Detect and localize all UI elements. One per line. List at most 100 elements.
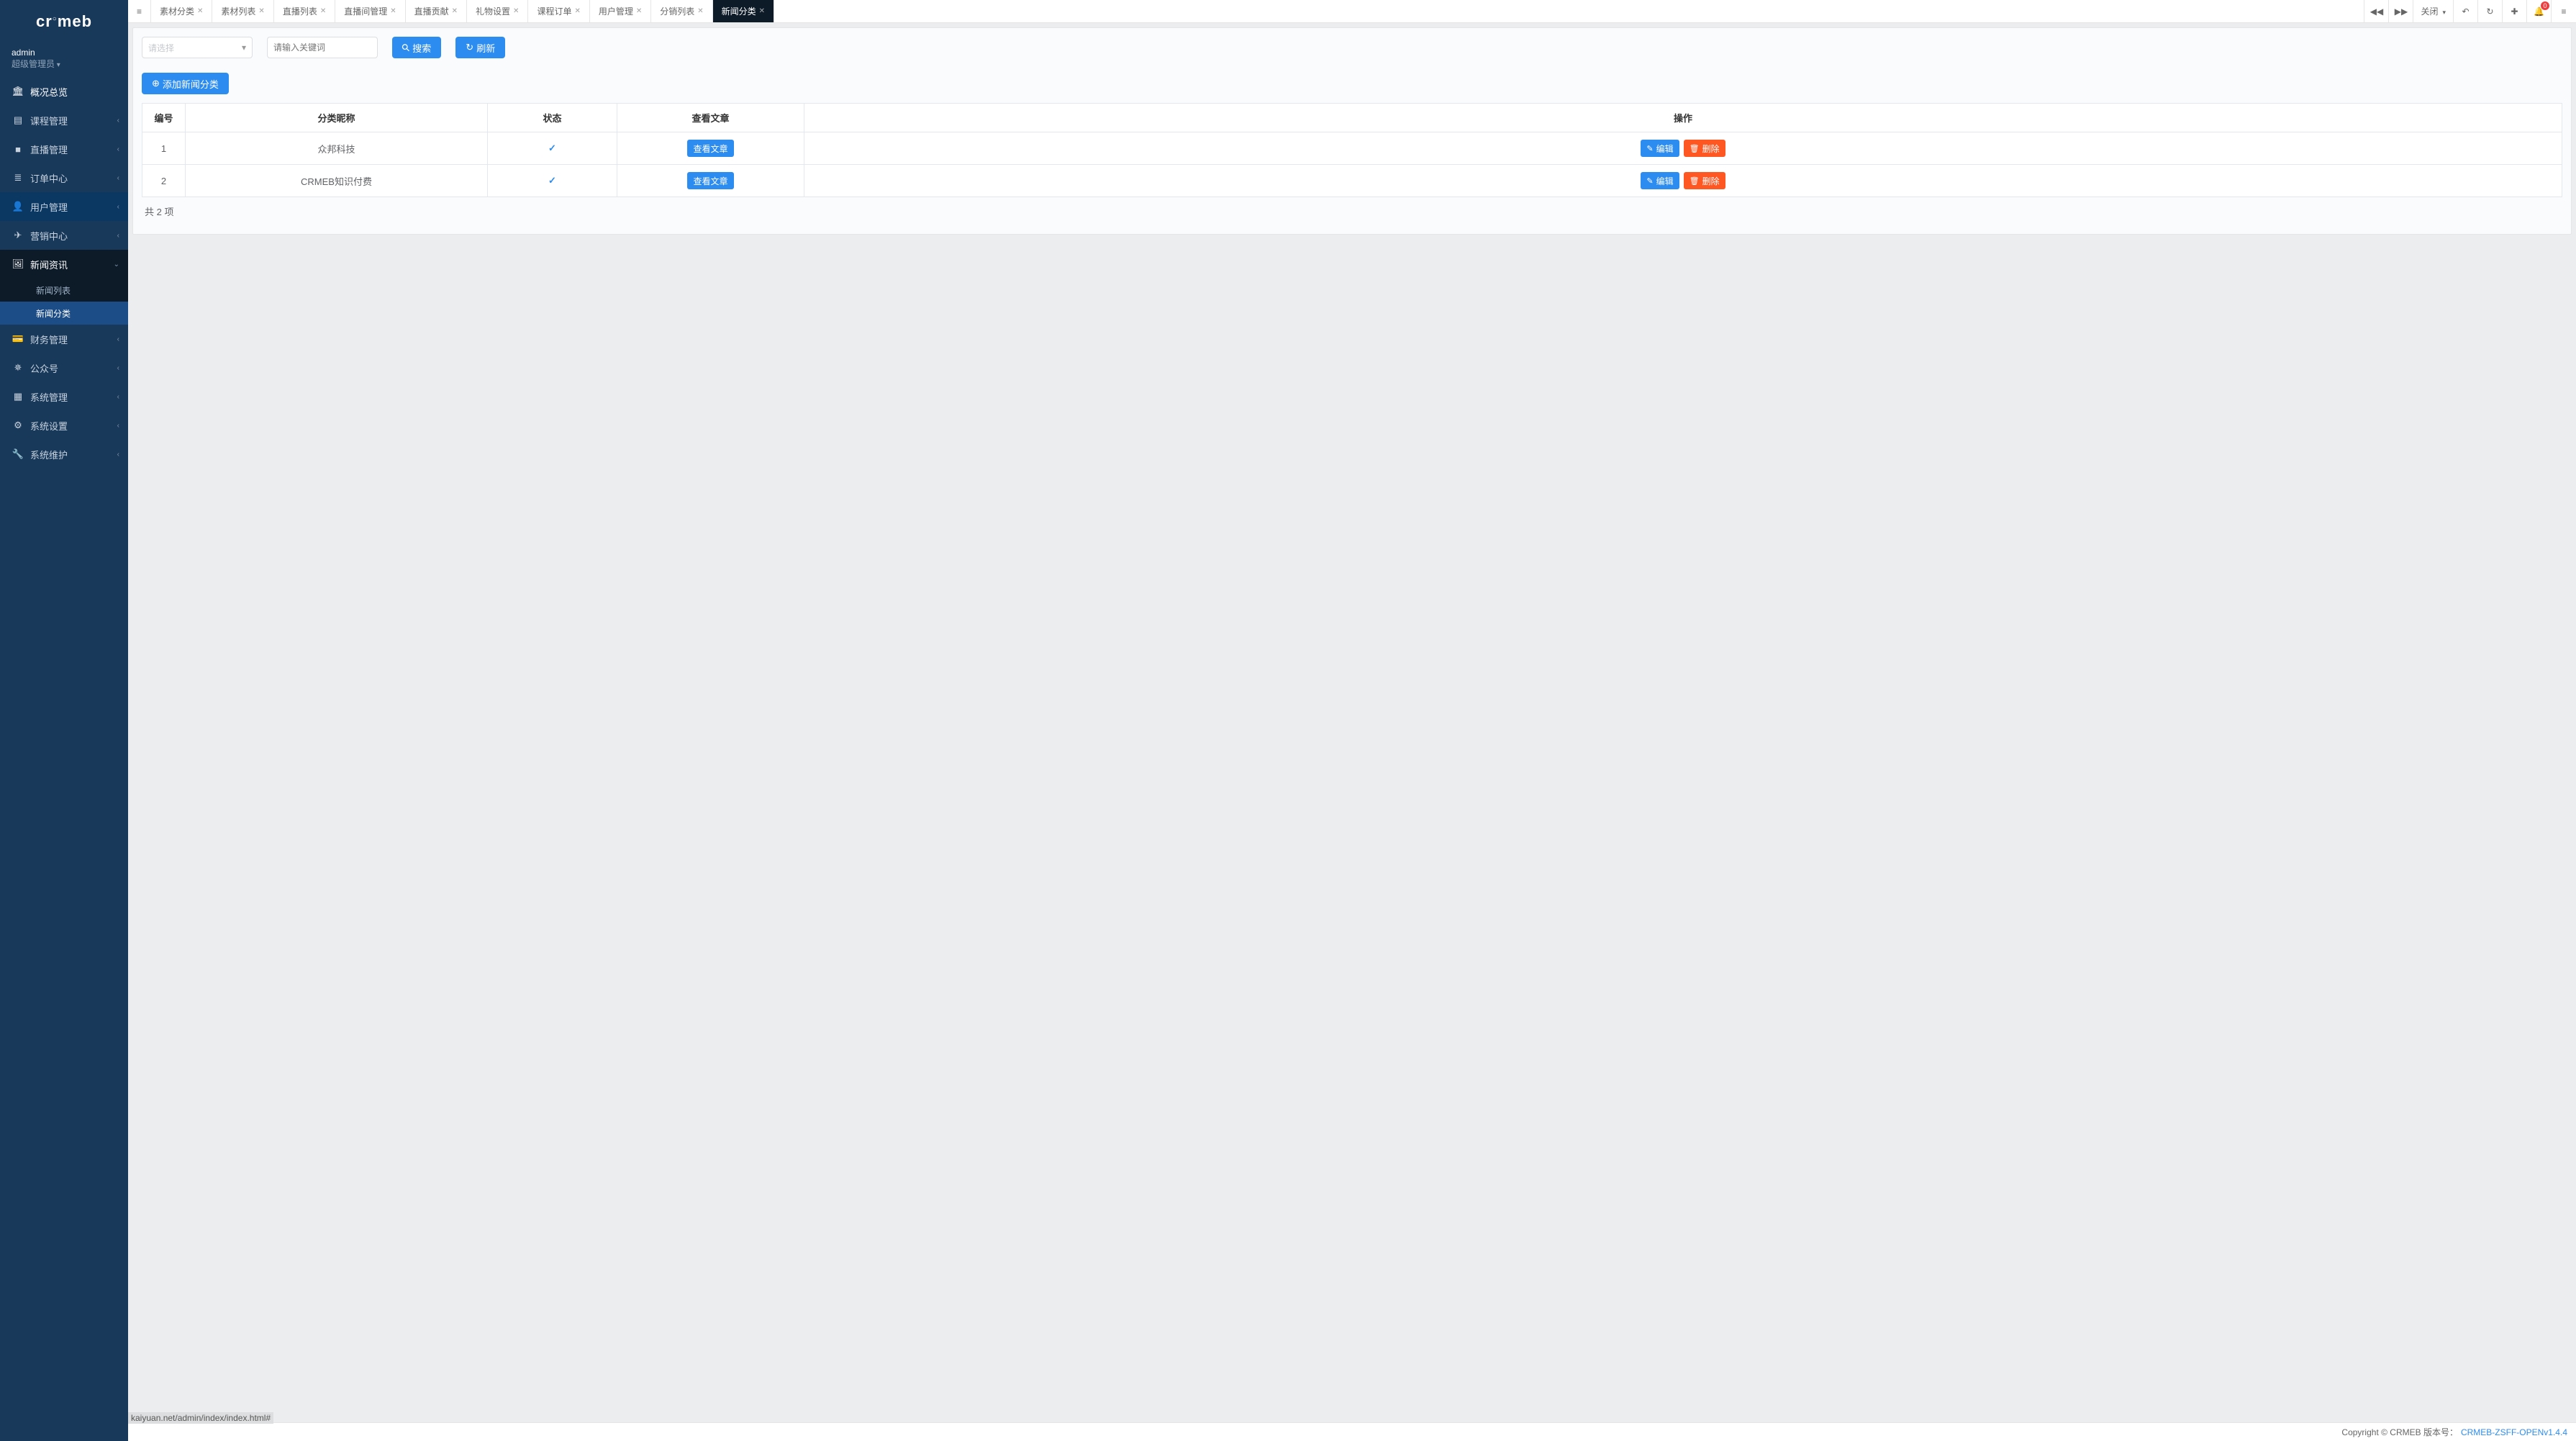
sidebar-item-wechat[interactable]: ✵ 公众号 ‹ bbox=[0, 353, 128, 382]
sidebar-item-label: 营销中心 bbox=[30, 229, 68, 243]
edit-button[interactable]: 编辑 bbox=[1641, 172, 1679, 189]
close-icon[interactable] bbox=[258, 7, 264, 15]
tab-distribution-list[interactable]: 分销列表 bbox=[651, 0, 712, 22]
user-name: admin bbox=[12, 48, 117, 58]
close-icon[interactable] bbox=[513, 7, 519, 15]
tab-gift-settings[interactable]: 礼物设置 bbox=[467, 0, 528, 22]
col-status: 状态 bbox=[488, 104, 617, 132]
undo-icon: ↶ bbox=[2462, 6, 2469, 17]
close-icon[interactable] bbox=[197, 7, 203, 15]
sidebar-item-label: 系统管理 bbox=[30, 390, 68, 404]
tab-news-category[interactable]: 新闻分类 bbox=[713, 0, 774, 22]
col-ops: 操作 bbox=[804, 104, 2562, 132]
tab-course-order[interactable]: 课程订单 bbox=[528, 0, 589, 22]
sidebar-item-finance[interactable]: 💳 财务管理 ‹ bbox=[0, 325, 128, 353]
order-icon: ≣ bbox=[12, 172, 24, 184]
view-article-button[interactable]: 查看文章 bbox=[687, 140, 733, 157]
edit-icon bbox=[1646, 143, 1653, 153]
user-role-dropdown[interactable]: 超级管理员 bbox=[12, 58, 117, 70]
main: ≡ 素材分类 素材列表 直播列表 直播间管理 直播贡献 bbox=[128, 0, 2576, 1441]
col-name: 分类昵称 bbox=[186, 104, 488, 132]
back-button[interactable]: ↶ bbox=[2454, 0, 2478, 22]
add-category-label: 添加新闻分类 bbox=[163, 77, 219, 91]
cell-status bbox=[488, 132, 617, 165]
close-icon[interactable] bbox=[636, 7, 642, 15]
close-dropdown-label: 关闭 bbox=[2421, 5, 2438, 17]
user-box: admin 超级管理员 bbox=[0, 43, 128, 77]
sidebar-item-order[interactable]: ≣ 订单中心 ‹ bbox=[0, 163, 128, 192]
refresh-label: 刷新 bbox=[476, 41, 495, 55]
cell-view: 查看文章 bbox=[617, 165, 804, 197]
add-category-button[interactable]: 添加新闻分类 bbox=[142, 73, 229, 94]
close-icon[interactable] bbox=[452, 7, 458, 15]
tabs-strip: 素材分类 素材列表 直播列表 直播间管理 直播贡献 礼物设置 bbox=[151, 0, 774, 22]
sidebar-item-news[interactable]: 🖼 新闻资讯 ⌄ bbox=[0, 250, 128, 279]
chevron-left-icon: ‹ bbox=[117, 203, 119, 211]
keyword-input[interactable] bbox=[267, 37, 378, 58]
check-icon bbox=[548, 143, 556, 153]
sidebar-nav: 🏛 概况总览 ▤ 课程管理 ‹ ■ 直播管理 ‹ ≣ 订单中心 ‹ 👤 用户管理… bbox=[0, 77, 128, 1441]
category-select[interactable]: 请选择 bbox=[142, 37, 253, 58]
sidebar-item-settings[interactable]: ⚙ 系统设置 ‹ bbox=[0, 411, 128, 440]
table-row: 2 CRMEB知识付费 查看文章 编辑 bbox=[142, 165, 2562, 197]
content: 请选择 搜索 刷新 添加新闻分类 编号 分类 bbox=[128, 23, 2576, 1422]
sidebar-item-maintenance[interactable]: 🔧 系统维护 ‹ bbox=[0, 440, 128, 469]
footer-version-link[interactable]: CRMEB-ZSFF-OPENv1.4.4 bbox=[2461, 1427, 2567, 1437]
chevron-down-icon: ⌄ bbox=[114, 261, 119, 268]
refresh-button[interactable]: 刷新 bbox=[455, 37, 505, 58]
table-summary: 共 2 项 bbox=[142, 197, 2562, 225]
sidebar-toggle-button[interactable]: ≡ bbox=[128, 0, 151, 22]
view-article-button[interactable]: 查看文章 bbox=[687, 172, 733, 189]
sidebar-item-marketing[interactable]: ✈ 营销中心 ‹ bbox=[0, 221, 128, 250]
sidebar-sub-news-list[interactable]: 新闻列表 bbox=[0, 279, 128, 302]
close-icon[interactable] bbox=[574, 7, 580, 15]
plus-icon bbox=[152, 78, 160, 89]
delete-button[interactable]: 删除 bbox=[1684, 172, 1725, 189]
cell-name: 众邦科技 bbox=[186, 132, 488, 165]
cell-id: 1 bbox=[142, 132, 186, 165]
footer-copyright: Copyright © CRMEB 版本号： bbox=[2341, 1426, 2458, 1438]
close-icon[interactable] bbox=[759, 7, 765, 15]
sidebar-item-course[interactable]: ▤ 课程管理 ‹ bbox=[0, 106, 128, 135]
sidebar-item-label: 订单中心 bbox=[30, 171, 68, 185]
menu-button[interactable]: ≡ bbox=[2552, 0, 2576, 22]
tab-label: 直播间管理 bbox=[344, 5, 387, 17]
card: 请选择 搜索 刷新 添加新闻分类 编号 分类 bbox=[132, 27, 2572, 235]
tabs-next-button[interactable]: ▶▶ bbox=[2389, 0, 2413, 22]
status-url: kaiyuan.net/admin/index/index.html# bbox=[128, 1412, 273, 1424]
sidebar-item-label: 概况总览 bbox=[30, 85, 68, 99]
close-icon[interactable] bbox=[320, 7, 326, 15]
notifications-button[interactable]: 🔔 0 bbox=[2527, 0, 2552, 22]
tab-live-list[interactable]: 直播列表 bbox=[274, 0, 335, 22]
tab-label: 分销列表 bbox=[660, 5, 694, 17]
tabs-prev-button[interactable]: ◀◀ bbox=[2364, 0, 2389, 22]
edit-button[interactable]: 编辑 bbox=[1641, 140, 1679, 157]
sidebar-item-label: 用户管理 bbox=[30, 200, 68, 214]
tab-live-room[interactable]: 直播间管理 bbox=[335, 0, 405, 22]
tab-user-mgmt[interactable]: 用户管理 bbox=[590, 0, 651, 22]
view-article-label: 查看文章 bbox=[693, 143, 727, 155]
sidebar-item-overview[interactable]: 🏛 概况总览 bbox=[0, 77, 128, 106]
delete-button[interactable]: 删除 bbox=[1684, 140, 1725, 157]
close-dropdown[interactable]: 关闭 bbox=[2413, 0, 2454, 22]
close-icon[interactable] bbox=[390, 7, 396, 15]
refresh-tab-button[interactable]: ↻ bbox=[2478, 0, 2503, 22]
sidebar-item-system[interactable]: ▦ 系统管理 ‹ bbox=[0, 382, 128, 411]
trash-icon bbox=[1690, 143, 1700, 153]
tab-material-list[interactable]: 素材列表 bbox=[212, 0, 273, 22]
search-button[interactable]: 搜索 bbox=[392, 37, 441, 58]
sidebar-item-live[interactable]: ■ 直播管理 ‹ bbox=[0, 135, 128, 163]
tab-label: 用户管理 bbox=[599, 5, 633, 17]
tab-material-category[interactable]: 素材分类 bbox=[151, 0, 212, 22]
sidebar-sub-label: 新闻分类 bbox=[36, 307, 71, 320]
filter-row: 请选择 搜索 刷新 bbox=[142, 37, 2562, 58]
expand-button[interactable]: ✚ bbox=[2503, 0, 2527, 22]
tab-live-contribution[interactable]: 直播贡献 bbox=[406, 0, 467, 22]
sidebar-item-user[interactable]: 👤 用户管理 ‹ bbox=[0, 192, 128, 221]
sidebar-sub-news-category[interactable]: 新闻分类 bbox=[0, 302, 128, 325]
close-icon[interactable] bbox=[697, 7, 703, 15]
refresh-icon: ↻ bbox=[2486, 6, 2493, 17]
sidebar-sub-label: 新闻列表 bbox=[36, 284, 71, 297]
chevron-left-icon: ‹ bbox=[117, 174, 119, 182]
footer: Copyright © CRMEB 版本号： CRMEB-ZSFF-OPENv1… bbox=[128, 1422, 2576, 1441]
